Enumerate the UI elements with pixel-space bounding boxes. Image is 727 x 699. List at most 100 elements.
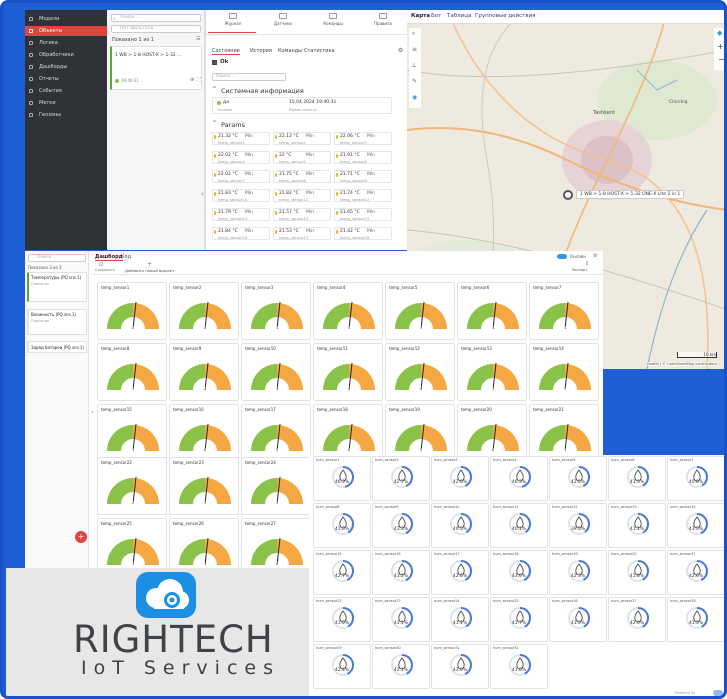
tab-code[interactable]: Код xyxy=(121,254,131,260)
humidity-card: hum_sensor16 43.2% xyxy=(372,550,430,595)
humidity-title: hum_sensor27 xyxy=(611,599,637,603)
param-value: 21.91 °C xyxy=(340,153,360,158)
location-icon[interactable]: ◉ xyxy=(412,94,417,101)
logic-icon xyxy=(29,41,33,45)
add-widget-button[interactable]: Добавить новый виджет xyxy=(125,268,174,273)
gauge-value: 20.63 °C xyxy=(411,387,429,392)
humidity-value: 43.5% xyxy=(688,527,704,532)
thermometer-icon xyxy=(214,135,216,139)
humidity-card: hum_sensor18 43.0% xyxy=(490,550,548,595)
ok-checkbox[interactable] xyxy=(212,60,217,65)
ruler-icon[interactable]: ⟂ xyxy=(412,62,416,70)
filter-select[interactable]: Нет фильтров xyxy=(111,25,201,33)
dashboard-list-item[interactable]: Заряд батареи (PQ.sns.1) xyxy=(27,341,87,353)
param-tile: 21.57 °C Min temp_sensor14 xyxy=(273,208,331,221)
map-toolbar: ⌕ ≡ ⟂ ✎ ◉ xyxy=(409,28,421,108)
dashboard-list-panel: Поиск Показано 3 из 3 Температуры (PQ.sn… xyxy=(25,251,89,569)
sidebar-item-dashboards[interactable]: Дашборды xyxy=(25,62,107,72)
param-unit: Min xyxy=(367,191,375,196)
humidity-title: hum_sensor32 xyxy=(493,646,519,650)
object-search-input[interactable]: Поиск ... xyxy=(111,14,201,22)
object-card[interactable]: 1 WB > 1-8 HOST-X > 1-32 ... 19:40:31 ⊕ … xyxy=(110,46,202,90)
zoom-out-button[interactable]: − xyxy=(718,55,724,64)
humidity-value: 43.0% xyxy=(452,668,468,673)
humidity-ring xyxy=(509,560,531,582)
subtab-statistics[interactable]: Статистика xyxy=(304,48,335,54)
sidebar-item-geozones[interactable]: Геозоны xyxy=(25,110,107,120)
journal-icon xyxy=(229,13,237,19)
subtab-commands[interactable]: Команды xyxy=(278,48,302,54)
layers-icon[interactable]: ≡ xyxy=(412,46,417,53)
tab-journal[interactable]: Журнал xyxy=(208,13,258,26)
online-value: да xyxy=(223,100,229,105)
tab-dashboard[interactable]: Дашборд xyxy=(95,254,123,261)
gear-icon[interactable]: ⚙ xyxy=(398,47,403,54)
online-dot-icon xyxy=(115,79,119,83)
humidity-ring xyxy=(332,607,354,629)
tab-rules[interactable]: Правила xyxy=(358,13,408,26)
humidity-ring xyxy=(332,466,354,488)
param-unit: Min xyxy=(306,153,314,158)
target-icon[interactable]: ⊕ xyxy=(190,77,194,83)
humidity-title: hum_sensor14 xyxy=(670,505,696,509)
scale-bar: 10 km xyxy=(677,352,717,358)
humidity-title: hum_sensor7 xyxy=(670,458,694,462)
collapse-arrow-icon[interactable]: ‹ xyxy=(91,409,93,416)
sidebar-item-tags[interactable]: Метки xyxy=(25,98,107,108)
chevron-up-icon[interactable]: ^ xyxy=(212,86,217,93)
draw-icon[interactable]: ✎ xyxy=(412,78,417,85)
tab-commands[interactable]: Команды xyxy=(308,13,358,26)
sidebar-item-reports[interactable]: Отчеты xyxy=(25,74,107,84)
expand-icon[interactable]: ⛶ xyxy=(197,77,201,83)
sysinfo-block: да Онлайн 15.04.2024 19:40:31 Время паке… xyxy=(212,97,392,114)
zoom-in-button[interactable]: + xyxy=(717,42,724,51)
save-button[interactable]: Сохранить xyxy=(95,268,115,272)
tab-table[interactable]: Таблица xyxy=(447,13,471,19)
param-unit: Min xyxy=(245,229,253,234)
dashboard-list-item[interactable]: Влажность (PQ.sns.1) Описание xyxy=(27,309,87,335)
dashboard-list-item[interactable]: Температуры (PQ.sns.1) Описание xyxy=(27,272,87,302)
object-detail-panel: Журнал Датчики Команды Правила Состояние… xyxy=(205,10,408,250)
brand-panel: RIGHTECH IoT Services xyxy=(6,568,309,696)
thermometer-icon xyxy=(214,230,216,234)
humidity-value: 39.5% xyxy=(570,527,586,532)
dashboard-search-input[interactable]: Поиск xyxy=(28,254,86,262)
object-marker[interactable] xyxy=(563,190,573,200)
models-icon xyxy=(29,17,33,21)
tab-group-actions[interactable]: Групповые действия xyxy=(475,13,536,19)
humidity-card: hum_sensor11 40.1% xyxy=(490,503,548,548)
sidebar-item-models[interactable]: Модели xyxy=(25,14,107,24)
list-view-icon[interactable]: ☰ xyxy=(196,36,200,42)
gauge-value: 20.78 °C xyxy=(411,326,429,331)
tab-map[interactable]: Карта xyxy=(411,13,430,19)
param-unit: Min xyxy=(306,172,314,177)
live-toggle[interactable] xyxy=(557,254,567,259)
param-search-input[interactable]: Поиск ... xyxy=(212,73,286,81)
humidity-title: hum_sensor25 xyxy=(493,599,519,603)
search-icon[interactable]: ⌕ xyxy=(412,30,415,38)
sidebar-item-handlers[interactable]: Обработчики xyxy=(25,50,107,60)
collapse-arrow-icon[interactable]: ‹ xyxy=(201,190,204,198)
humidity-card: hum_sensor1 46.3% xyxy=(313,456,371,501)
humidity-value: 42.7% xyxy=(334,574,350,579)
export-button[interactable]: Экспорт xyxy=(572,268,587,272)
layers-stack-icon[interactable]: ◆ xyxy=(717,29,722,37)
param-name: temp_sensor18 xyxy=(340,235,370,240)
sidebar-item-logic[interactable]: Логика xyxy=(25,38,107,48)
gear-icon[interactable]: ⚙ xyxy=(593,253,597,259)
tab-bot[interactable]: Бот xyxy=(431,13,441,19)
chevron-up-icon[interactable]: ^ xyxy=(212,120,217,127)
humidity-value: 41.1% xyxy=(629,527,645,532)
gauge-card: temp_sensor15 20.06 °C xyxy=(97,404,167,462)
add-dashboard-button[interactable]: + xyxy=(75,531,87,543)
subtab-history[interactable]: История xyxy=(250,48,272,54)
humidity-ring xyxy=(450,607,472,629)
gauge-title: temp_sensor9 xyxy=(173,346,202,351)
tab-sensors[interactable]: Датчики xyxy=(258,13,308,26)
param-tile: 21.74 °C Min temp_sensor12 xyxy=(334,189,392,202)
subtab-state[interactable]: Состояние xyxy=(212,48,240,55)
humidity-value: 41.5% xyxy=(688,621,704,626)
sidebar-item-events[interactable]: События xyxy=(25,86,107,96)
sidebar-item-objects[interactable]: Объекты xyxy=(25,26,107,36)
param-tile: 21.91 °C Min temp_sensor6 xyxy=(334,151,392,164)
